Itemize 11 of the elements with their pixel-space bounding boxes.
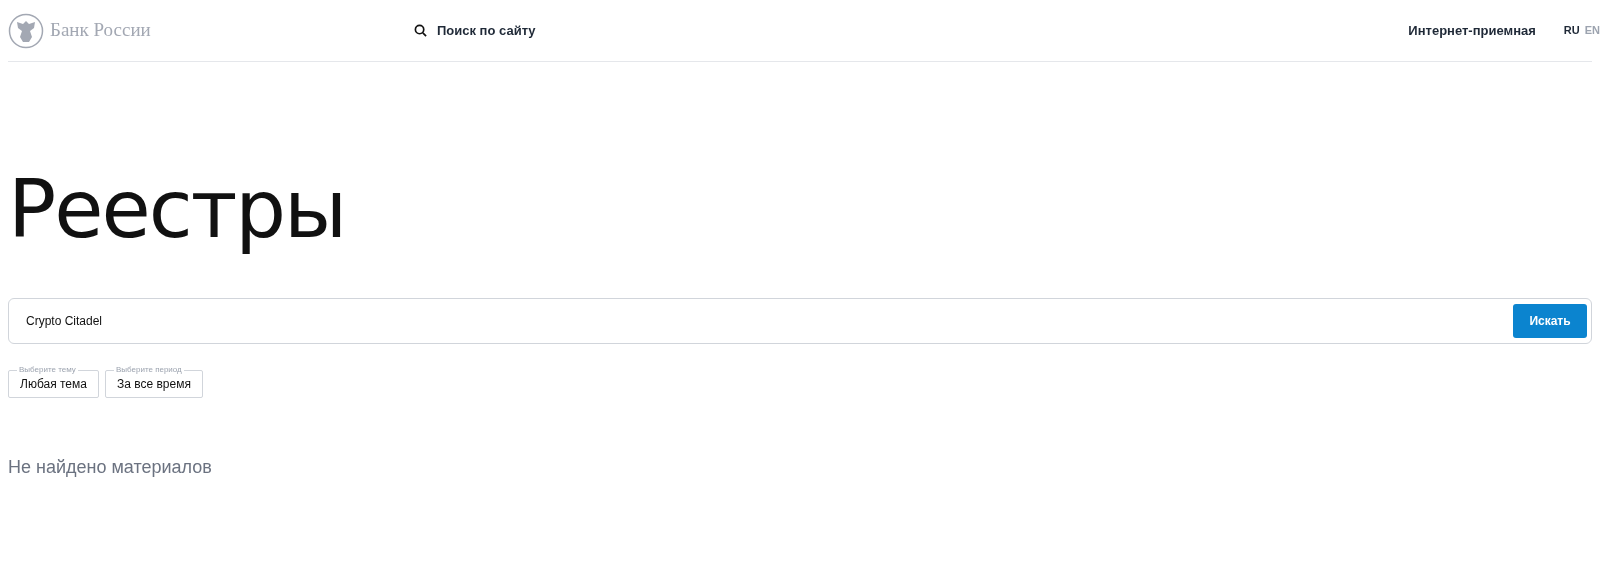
page-title: Реестры [8, 162, 347, 258]
search-button[interactable]: Искать [1513, 304, 1587, 338]
reception-link[interactable]: Интернет-приемная [1408, 20, 1536, 41]
no-results-message: Не найдено материалов [8, 456, 213, 479]
language-link[interactable]: RU [1563, 22, 1580, 39]
site-search-link[interactable]: Поиск по сайту [414, 20, 536, 41]
filter-legend: Выберите тему [17, 364, 78, 376]
search-icon [414, 24, 427, 37]
search-field[interactable]: Crypto Citadel Искать [8, 298, 1592, 344]
filter-legend: Выберите период [113, 364, 184, 376]
eagle-emblem-icon[interactable] [8, 12, 44, 49]
